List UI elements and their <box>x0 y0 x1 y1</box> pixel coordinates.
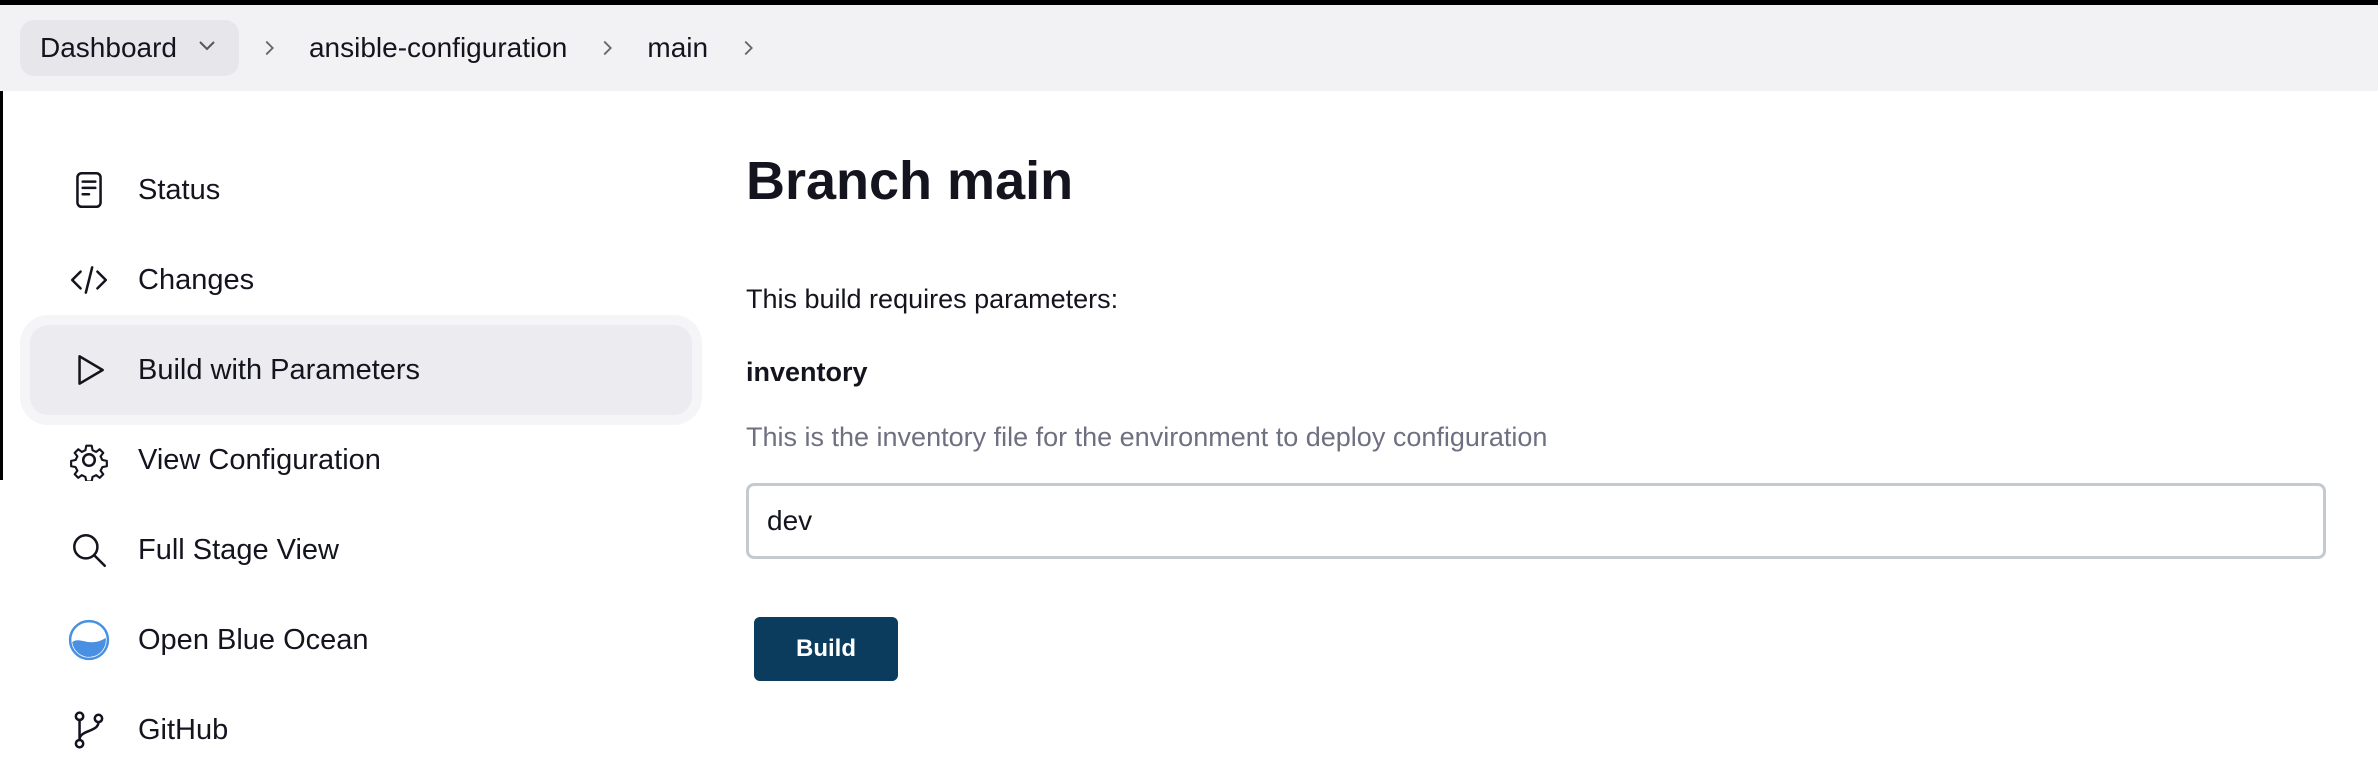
parameters-required-text: This build requires parameters: <box>746 284 1119 314</box>
chevron-down-icon[interactable] <box>195 32 219 64</box>
sidebar-item-label: GitHub <box>138 713 229 746</box>
breadcrumb-branch[interactable]: main <box>637 32 718 64</box>
search-icon <box>66 527 112 573</box>
sidebar-item-label: View Configuration <box>138 443 381 476</box>
sidebar-item-label: Open Blue Ocean <box>138 623 369 656</box>
sidebar-item-build-with-parameters[interactable]: Build with Parameters <box>30 325 692 415</box>
breadcrumb-job[interactable]: ansible-configuration <box>299 32 577 64</box>
breadcrumb-dashboard-label: Dashboard <box>40 32 177 63</box>
code-icon <box>66 257 112 303</box>
gear-icon <box>66 437 112 483</box>
sidebar-item-label: Changes <box>138 263 255 296</box>
inventory-input[interactable] <box>746 483 2326 559</box>
sidebar: Status Changes Build with Parameters Vie… <box>30 145 692 775</box>
parameter-name: inventory <box>746 357 868 387</box>
sidebar-item-view-configuration[interactable]: View Configuration <box>30 415 692 505</box>
breadcrumb: Dashboard ansible-configuration main <box>0 5 2378 91</box>
document-icon <box>66 167 112 213</box>
chevron-right-icon[interactable] <box>718 37 778 59</box>
chevron-right-icon <box>239 37 299 59</box>
blue-ocean-icon <box>66 617 112 663</box>
sidebar-item-open-blue-ocean[interactable]: Open Blue Ocean <box>30 595 692 685</box>
sidebar-item-label: Status <box>138 173 221 206</box>
sidebar-item-github[interactable]: GitHub <box>30 685 692 775</box>
git-branch-icon <box>66 707 112 753</box>
build-button[interactable]: Build <box>754 617 898 681</box>
main-content: Branch main This build requires paramete… <box>746 150 2326 681</box>
play-icon <box>66 347 112 393</box>
chevron-right-icon <box>577 37 637 59</box>
sidebar-item-label: Full Stage View <box>138 533 339 566</box>
parameter-description: This is the inventory file for the envir… <box>746 422 1548 452</box>
page-title: Branch main <box>746 151 1074 211</box>
sidebar-item-full-stage-view[interactable]: Full Stage View <box>30 505 692 595</box>
sidebar-item-changes[interactable]: Changes <box>30 235 692 325</box>
sidebar-item-label: Build with Parameters <box>138 353 421 386</box>
sidebar-item-status[interactable]: Status <box>30 145 692 235</box>
breadcrumb-dashboard[interactable]: Dashboard <box>20 20 239 76</box>
